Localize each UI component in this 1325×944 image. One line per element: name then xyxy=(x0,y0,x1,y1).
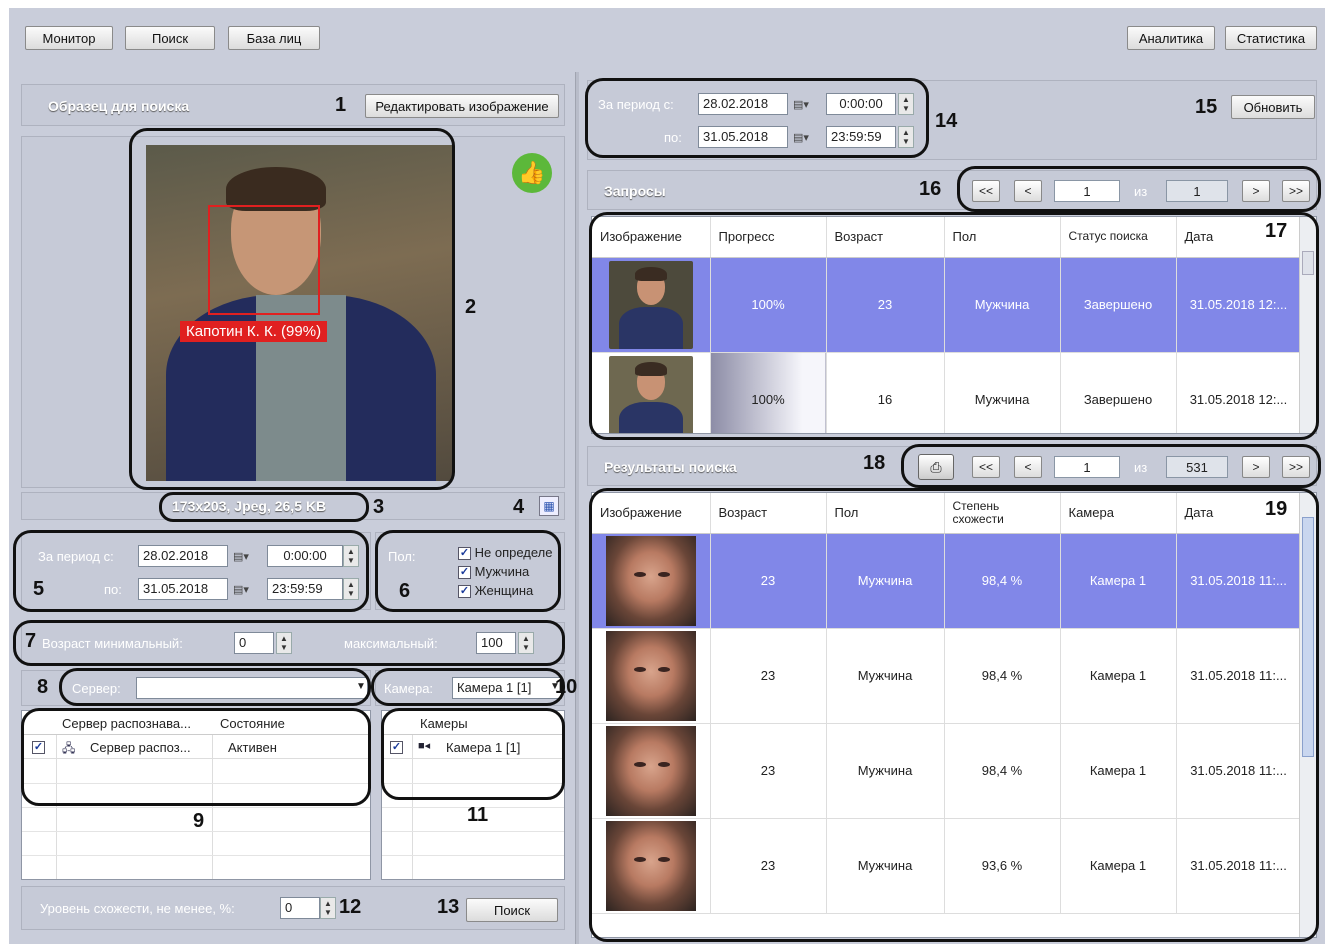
callout-number: 13 xyxy=(437,896,460,918)
callout-outline xyxy=(21,708,371,806)
callout-outline xyxy=(957,166,1321,212)
callout-outline xyxy=(129,128,455,490)
callout-number: 5 xyxy=(33,578,45,600)
callout-outline xyxy=(589,488,1319,942)
callout-outline xyxy=(59,668,371,706)
callout-outline xyxy=(381,708,565,800)
callout-number: 10 xyxy=(555,676,578,698)
refresh-button[interactable]: Обновить xyxy=(1231,95,1315,119)
callout-outline xyxy=(585,78,929,158)
callout-outline xyxy=(371,668,565,706)
save-image-icon[interactable]: ▦ xyxy=(539,496,559,516)
thumbs-up-icon: 👍 xyxy=(512,153,552,193)
callout-number: 8 xyxy=(37,676,49,698)
callout-outline xyxy=(13,620,565,666)
similarity-panel: Уровень схожести, не менее, %: 0 ▲ ▼ Поис… xyxy=(21,886,565,930)
callout-number: 18 xyxy=(863,452,886,474)
callout-number: 7 xyxy=(25,630,37,652)
callout-outline xyxy=(13,530,369,612)
monitor-button[interactable]: Монитор xyxy=(25,26,113,50)
sample-header-panel: Образец для поиска Редактировать изображ… xyxy=(21,84,565,126)
callout-number: 17 xyxy=(1265,220,1288,242)
callout-number: 4 xyxy=(513,496,525,518)
callout-outline xyxy=(901,444,1321,488)
callout-number: 2 xyxy=(465,296,477,318)
similarity-label: Уровень схожести, не менее, %: xyxy=(40,901,235,916)
callout-number: 3 xyxy=(373,496,385,518)
callout-number: 15 xyxy=(1195,96,1218,118)
statistics-button[interactable]: Статистика xyxy=(1225,26,1317,50)
edit-image-button[interactable]: Редактировать изображение xyxy=(365,94,559,118)
similarity-input[interactable]: 0 xyxy=(280,897,320,919)
sample-title: Образец для поиска xyxy=(48,98,190,114)
callout-outline xyxy=(589,212,1319,440)
splitter[interactable] xyxy=(575,72,579,944)
callout-number: 16 xyxy=(919,178,942,200)
callout-number: 19 xyxy=(1265,498,1288,520)
app-window: Монитор Поиск База лиц Аналитика Статист… xyxy=(9,8,1325,944)
search-button[interactable]: Поиск xyxy=(466,898,558,922)
callout-number: 1 xyxy=(335,94,347,116)
results-title: Результаты поиска xyxy=(604,459,737,475)
requests-title: Запросы xyxy=(604,183,666,199)
search-tab-button[interactable]: Поиск xyxy=(125,26,215,50)
analytics-button[interactable]: Аналитика xyxy=(1127,26,1215,50)
callout-outline xyxy=(159,492,369,522)
similarity-spinner[interactable]: ▲ ▼ xyxy=(320,897,336,919)
callout-number: 6 xyxy=(399,580,411,602)
facebase-button[interactable]: База лиц xyxy=(228,26,320,50)
callout-number: 11 xyxy=(467,804,489,826)
callout-number: 9 xyxy=(193,810,205,832)
callout-number: 14 xyxy=(935,110,958,132)
callout-number: 12 xyxy=(339,896,362,918)
